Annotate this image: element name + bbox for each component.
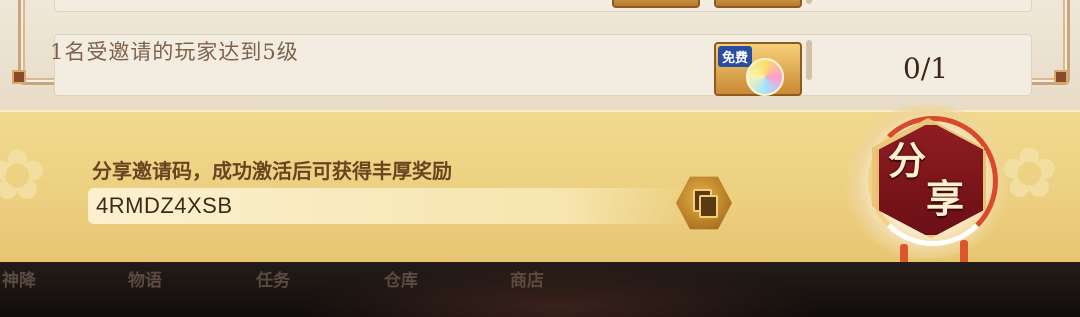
nav-item-shop[interactable]: 商店: [510, 266, 544, 291]
share-prompt-text: 分享邀请码，成功激活后可获得丰厚奖励: [92, 159, 452, 183]
frame-corner-ornament: [12, 70, 26, 84]
nav-background-art: [300, 262, 820, 317]
quest-description: 1名受邀请的玩家达到5级: [50, 40, 299, 64]
nav-item-story[interactable]: 物语: [128, 266, 162, 291]
quest-progress: 0/1: [903, 52, 949, 85]
nav-item-tasks[interactable]: 任务: [256, 266, 290, 291]
reward-item-slot[interactable]: [714, 0, 802, 8]
bottom-navigation: 神降 物语 任务 仓库 商店: [0, 262, 1080, 317]
share-invite-bar: ✿ ✿ 分享邀请码，成功激活后可获得丰厚奖励 4RMDZ4XSB 分 享: [0, 104, 1080, 274]
share-label-char: 享: [926, 176, 965, 221]
nav-item-warehouse[interactable]: 仓库: [384, 266, 418, 291]
free-badge: 免费: [718, 46, 753, 67]
share-label-char: 分: [888, 138, 927, 183]
cherry-blossom-decoration-icon: ✿: [0, 134, 47, 216]
copy-icon: [699, 195, 718, 218]
frame-corner-ornament: [1054, 70, 1068, 84]
share-button[interactable]: 分 享: [842, 94, 1012, 274]
nav-item-shenjiang[interactable]: 神降: [2, 266, 36, 291]
reward-item-slot[interactable]: 免费: [714, 42, 802, 96]
invite-code-field[interactable]: 4RMDZ4XSB: [88, 188, 688, 224]
quest-row-previous: [54, 0, 1032, 12]
row-divider: [806, 40, 812, 80]
invite-code-value: 4RMDZ4XSB: [96, 193, 233, 218]
crystal-gem-icon: [746, 58, 784, 96]
reward-item-slot[interactable]: [612, 0, 700, 8]
